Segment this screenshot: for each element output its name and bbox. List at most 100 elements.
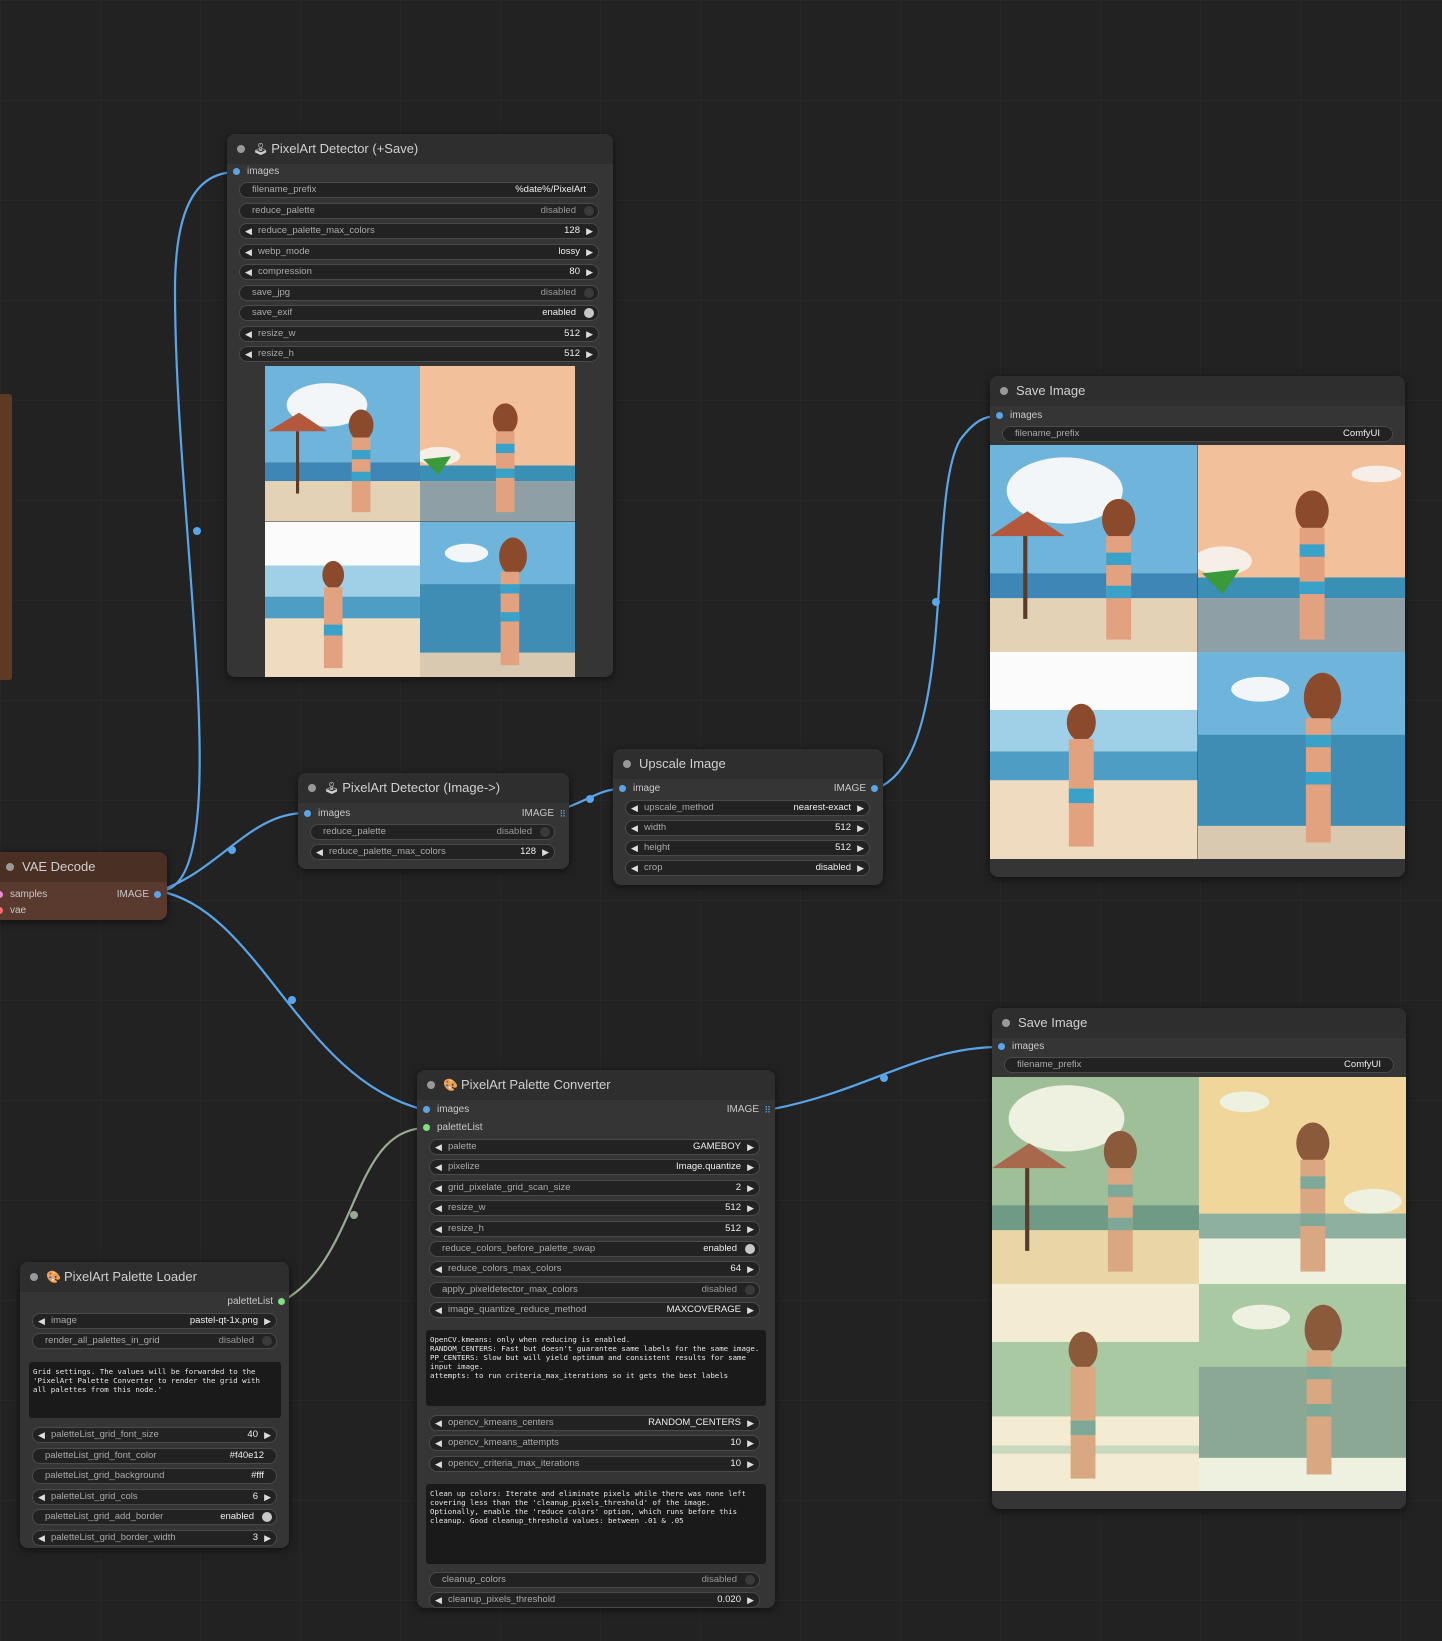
image-preview-grid[interactable] bbox=[990, 445, 1405, 859]
input-slot-images[interactable]: images bbox=[996, 409, 1042, 423]
grid-background-field[interactable]: paletteList_grid_background #fff bbox=[32, 1468, 277, 1484]
node-title-bar[interactable]: 🎨 PixelArt Palette Loader bbox=[20, 1262, 289, 1292]
output-slot-image[interactable]: IMAGE bbox=[834, 782, 878, 796]
image-preview-grid[interactable] bbox=[992, 1077, 1406, 1491]
grid-settings-note-text[interactable]: Grid settings. The values will be forwar… bbox=[29, 1362, 281, 1418]
increment-arrow-icon[interactable]: ▶ bbox=[747, 1222, 754, 1236]
input-slot-samples[interactable]: samples bbox=[0, 888, 47, 902]
increment-arrow-icon[interactable]: ▶ bbox=[747, 1262, 754, 1276]
node-title-bar[interactable]: Save Image bbox=[992, 1008, 1406, 1038]
pixelart-detector-image-node[interactable]: 🕹 PixelArt Detector (Image->) images IMAG… bbox=[298, 773, 569, 869]
preview-image[interactable] bbox=[1199, 1284, 1406, 1491]
decrement-arrow-icon[interactable]: ◀ bbox=[435, 1436, 442, 1450]
prev-arrow-icon[interactable]: ◀ bbox=[435, 1303, 442, 1317]
grid-pixelate-scan-size-stepper[interactable]: ◀ grid_pixelate_grid_scan_size 2 ▶ bbox=[429, 1180, 760, 1196]
crop-select[interactable]: ◀ crop disabled ▶ bbox=[625, 860, 870, 876]
output-slot-image[interactable]: IMAGE ⠿ bbox=[727, 1103, 771, 1117]
next-arrow-icon[interactable]: ▶ bbox=[857, 801, 864, 815]
opencv-kmeans-attempts-stepper[interactable]: ◀ opencv_kmeans_attempts 10 ▶ bbox=[429, 1435, 760, 1451]
preview-image[interactable] bbox=[265, 366, 420, 522]
increment-arrow-icon[interactable]: ▶ bbox=[586, 224, 593, 238]
grid-cols-stepper[interactable]: ◀ paletteList_grid_cols 6 ▶ bbox=[32, 1489, 277, 1505]
grid-font-color-field[interactable]: paletteList_grid_font_color #f40e12 bbox=[32, 1448, 277, 1464]
collapse-dot-icon[interactable] bbox=[6, 863, 14, 871]
next-arrow-icon[interactable]: ▶ bbox=[747, 1140, 754, 1154]
increment-arrow-icon[interactable]: ▶ bbox=[747, 1436, 754, 1450]
collapse-dot-icon[interactable] bbox=[237, 145, 245, 153]
filename-prefix-field[interactable]: filename_prefix %date%/PixelArt bbox=[239, 182, 599, 198]
upscale-method-select[interactable]: ◀ upscale_method nearest-exact ▶ bbox=[625, 800, 870, 816]
decrement-arrow-icon[interactable]: ◀ bbox=[435, 1181, 442, 1195]
next-arrow-icon[interactable]: ▶ bbox=[264, 1314, 271, 1328]
prev-arrow-icon[interactable]: ◀ bbox=[435, 1140, 442, 1154]
increment-arrow-icon[interactable]: ▶ bbox=[857, 841, 864, 855]
decrement-arrow-icon[interactable]: ◀ bbox=[245, 327, 252, 341]
next-arrow-icon[interactable]: ▶ bbox=[747, 1416, 754, 1430]
apply-pixeldetector-max-colors-toggle[interactable]: apply_pixeldetector_max_colors disabled bbox=[429, 1282, 760, 1298]
preview-image[interactable] bbox=[265, 521, 420, 678]
increment-arrow-icon[interactable]: ▶ bbox=[264, 1428, 271, 1442]
decrement-arrow-icon[interactable]: ◀ bbox=[435, 1222, 442, 1236]
grid-font-size-stepper[interactable]: ◀ paletteList_grid_font_size 40 ▶ bbox=[32, 1427, 277, 1443]
height-stepper[interactable]: ◀ height 512 ▶ bbox=[625, 840, 870, 856]
input-slot-images[interactable]: images bbox=[998, 1040, 1044, 1054]
prev-arrow-icon[interactable]: ◀ bbox=[631, 801, 638, 815]
reduce-palette-toggle[interactable]: reduce_palette disabled bbox=[239, 203, 599, 219]
input-slot-images[interactable]: images bbox=[233, 165, 279, 179]
decrement-arrow-icon[interactable]: ◀ bbox=[316, 845, 323, 859]
save-exif-toggle[interactable]: save_exif enabled bbox=[239, 305, 599, 321]
decrement-arrow-icon[interactable]: ◀ bbox=[38, 1428, 45, 1442]
node-title-bar[interactable]: 🎨 PixelArt Palette Converter bbox=[417, 1070, 775, 1100]
vae-decode-node[interactable]: VAE Decode samples vae IMAGE bbox=[0, 852, 167, 920]
collapse-dot-icon[interactable] bbox=[1000, 387, 1008, 395]
webp-mode-select[interactable]: ◀ webp_mode lossy ▶ bbox=[239, 244, 599, 260]
cleanup-note-text[interactable]: Clean up colors: Iterate and eliminate p… bbox=[426, 1484, 766, 1564]
resize-h-stepper[interactable]: ◀ resize_h 512 ▶ bbox=[429, 1221, 760, 1237]
input-slot-images[interactable]: images bbox=[423, 1103, 469, 1117]
collapse-dot-icon[interactable] bbox=[1002, 1019, 1010, 1027]
preview-image[interactable] bbox=[990, 445, 1198, 652]
offscreen-node-edge[interactable] bbox=[0, 394, 12, 680]
node-title-bar[interactable]: 🕹 PixelArt Detector (+Save) bbox=[227, 134, 613, 164]
decrement-arrow-icon[interactable]: ◀ bbox=[38, 1490, 45, 1504]
preview-image[interactable] bbox=[992, 1077, 1199, 1284]
width-stepper[interactable]: ◀ width 512 ▶ bbox=[625, 820, 870, 836]
pixelize-select[interactable]: ◀ pixelize Image.quantize ▶ bbox=[429, 1159, 760, 1175]
grid-border-width-stepper[interactable]: ◀ paletteList_grid_border_width 3 ▶ bbox=[32, 1530, 277, 1546]
pixelart-detector-save-node[interactable]: 🕹 PixelArt Detector (+Save) images filena… bbox=[227, 134, 613, 677]
compression-stepper[interactable]: ◀ compression 80 ▶ bbox=[239, 264, 599, 280]
decrement-arrow-icon[interactable]: ◀ bbox=[435, 1457, 442, 1471]
preview-image[interactable] bbox=[1197, 445, 1406, 652]
increment-arrow-icon[interactable]: ▶ bbox=[586, 265, 593, 279]
upscale-image-node[interactable]: Upscale Image image IMAGE ◀ upscale_metho… bbox=[613, 749, 883, 885]
palette-image-select[interactable]: ◀ image pastel-qt-1x.png ▶ bbox=[32, 1313, 277, 1329]
increment-arrow-icon[interactable]: ▶ bbox=[586, 327, 593, 341]
increment-arrow-icon[interactable]: ▶ bbox=[264, 1531, 271, 1545]
opencv-criteria-max-iterations-stepper[interactable]: ◀ opencv_criteria_max_iterations 10 ▶ bbox=[429, 1456, 760, 1472]
prev-arrow-icon[interactable]: ◀ bbox=[38, 1314, 45, 1328]
prev-arrow-icon[interactable]: ◀ bbox=[435, 1416, 442, 1430]
grid-add-border-toggle[interactable]: paletteList_grid_add_border enabled bbox=[32, 1509, 277, 1525]
decrement-arrow-icon[interactable]: ◀ bbox=[435, 1593, 442, 1607]
node-title-bar[interactable]: 🕹 PixelArt Detector (Image->) bbox=[298, 773, 569, 803]
save-image-node[interactable]: Save Image images filename_prefix ComfyUI bbox=[992, 1008, 1406, 1509]
save-jpg-toggle[interactable]: save_jpg disabled bbox=[239, 285, 599, 301]
save-image-node[interactable]: Save Image images filename_prefix ComfyUI bbox=[990, 376, 1405, 877]
increment-arrow-icon[interactable]: ▶ bbox=[542, 845, 549, 859]
decrement-arrow-icon[interactable]: ◀ bbox=[435, 1201, 442, 1215]
reduce-palette-toggle[interactable]: reduce_palette disabled bbox=[310, 824, 555, 840]
input-slot-image[interactable]: image bbox=[619, 782, 660, 796]
decrement-arrow-icon[interactable]: ◀ bbox=[38, 1531, 45, 1545]
collapse-dot-icon[interactable] bbox=[623, 760, 631, 768]
preview-image[interactable] bbox=[420, 366, 575, 522]
next-arrow-icon[interactable]: ▶ bbox=[857, 861, 864, 875]
preview-image[interactable] bbox=[990, 652, 1198, 859]
preview-image[interactable] bbox=[1197, 652, 1406, 859]
next-arrow-icon[interactable]: ▶ bbox=[586, 245, 593, 259]
input-slot-palettelist[interactable]: paletteList bbox=[423, 1121, 483, 1135]
resize-w-stepper[interactable]: ◀ resize_w 512 ▶ bbox=[239, 326, 599, 342]
resize-h-stepper[interactable]: ◀ resize_h 512 ▶ bbox=[239, 346, 599, 362]
prev-arrow-icon[interactable]: ◀ bbox=[435, 1160, 442, 1174]
next-arrow-icon[interactable]: ▶ bbox=[747, 1303, 754, 1317]
next-arrow-icon[interactable]: ▶ bbox=[747, 1160, 754, 1174]
